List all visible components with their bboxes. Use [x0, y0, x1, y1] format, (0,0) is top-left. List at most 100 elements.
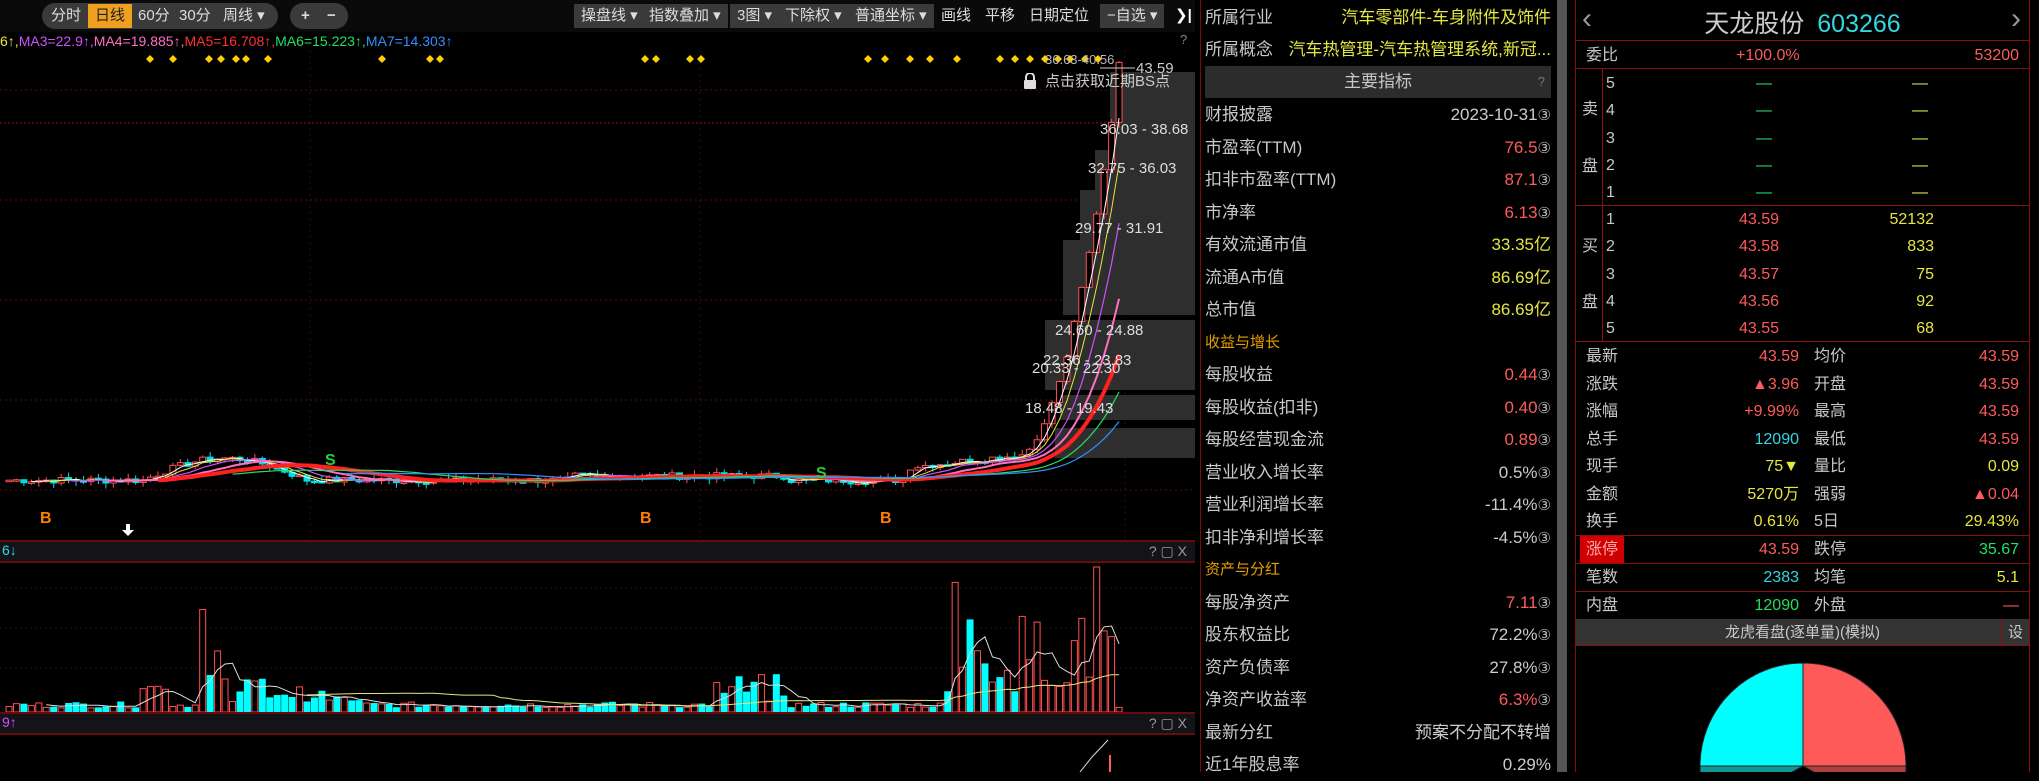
diamond-marker [686, 55, 694, 63]
volume-bar [735, 676, 743, 712]
limit-down-label: 跌停 [1814, 541, 1847, 558]
volume-bar [117, 701, 125, 712]
indicator-label: 每股收益 [1205, 365, 1273, 384]
volume-bar [765, 700, 773, 712]
stock-title: 天龙股份 603266 [1576, 4, 2029, 40]
order-flow-pie [1699, 662, 1907, 772]
industry-value[interactable]: 汽车零部件-车身附件及饰件 [1341, 2, 1551, 34]
sell-price: — [1756, 75, 1772, 92]
watchlist-dropdown[interactable]: −自选 ▾ [1100, 4, 1165, 28]
volume-bar [310, 697, 318, 712]
period-fenshi[interactable]: 分时 [44, 4, 88, 28]
stat-value: 43.59 [1978, 375, 2019, 393]
price-range-label: 18.48 - 19.43 [1025, 400, 1113, 417]
candle [27, 481, 35, 484]
volume-bar [333, 696, 341, 712]
indicator-label: 市净率 [1205, 202, 1256, 222]
volume-bar [229, 701, 236, 712]
candle [422, 482, 430, 485]
quarter-badge: ③ [1537, 172, 1551, 189]
indicator-value-group: -4.5%③ [1493, 522, 1551, 554]
indicator-value-group: 87.1③ [1504, 164, 1551, 196]
bs-points-button[interactable]: 点击获取近期BS点 [1023, 70, 1170, 91]
indicator-row: 净资产收益率 6.3%③ [1205, 684, 1551, 716]
indicator-value: 预案不分配不转增 [1415, 722, 1551, 742]
draw-line-button[interactable]: 画线 [934, 4, 978, 28]
indicator-value-group: 6.3%③ [1499, 684, 1551, 716]
buy-volume: 92 [1916, 292, 1934, 310]
quote-stat-row: 涨跌 ▲3.96 开盘 43.59 [1576, 371, 2029, 398]
indicator-value-group: 27.8%③ [1489, 652, 1551, 684]
volume-bar [340, 697, 348, 712]
moving-average-line [31, 118, 1120, 484]
help-icon[interactable]: ? [1180, 32, 1187, 47]
zoom-out-button[interactable]: − [320, 4, 343, 28]
indicator-row: 股东权益比 72.2%③ [1205, 619, 1551, 651]
quarter-badge: ③ [1537, 659, 1551, 677]
candlestick-chart[interactable]: 36.63-40.5643.5936.03 - 38.6832.75 - 36.… [0, 50, 1195, 540]
sell-level-row: 3 — — [1576, 125, 2029, 152]
stat-label: 量比 [1814, 458, 1847, 475]
date-locate-button[interactable]: 日期定位 [1022, 4, 1096, 28]
candle [65, 477, 73, 481]
volume-bar [154, 685, 162, 712]
volume-bar [1055, 686, 1063, 712]
pie-slice [1802, 662, 1907, 767]
macd-label: 9↑ [2, 714, 17, 730]
axis-type-dropdown[interactable]: 普通坐标 ▾ [848, 4, 934, 28]
candle [400, 481, 408, 485]
indicator-value-group: 0.29% [1503, 749, 1551, 781]
weicha-value: 53200 [1974, 47, 2020, 64]
index-overlay-dropdown[interactable]: 指数叠加 ▾ [642, 4, 728, 28]
sell-price: — [1756, 129, 1772, 147]
buy-price: 43.58 [1738, 238, 1779, 256]
volume-bar [757, 674, 765, 712]
price-range-label: 24.60 - 24.88 [1055, 322, 1143, 339]
indicator-label: 资产负债率 [1205, 657, 1290, 677]
ma-legend-item: MA4=19.885↑, [93, 33, 185, 49]
level-number: 5 [1606, 75, 1615, 92]
candle [20, 479, 28, 484]
indicator-value-group: 72.2%③ [1489, 619, 1551, 651]
collapse-panel-button[interactable]: ❯| [1168, 4, 1199, 28]
diamond-marker [641, 55, 649, 63]
indicator-value-group: 6.13③ [1504, 197, 1551, 229]
volume-panel-controls[interactable]: ? ▢ X [1149, 543, 1187, 560]
period-daily[interactable]: 日线 [88, 4, 133, 28]
diamond-marker [242, 55, 250, 63]
concept-value[interactable]: 汽车热管理-汽车热管理系统,新冠... [1288, 34, 1551, 66]
buy-level-row: 3 43.57 75 [1576, 261, 2029, 288]
indicator-value: 27.8% [1489, 657, 1538, 677]
buy-price: 43.56 [1738, 292, 1779, 310]
weibi-value: +100.0% [1736, 47, 1800, 64]
indicator-value: 76.5 [1504, 137, 1538, 157]
volume-bar [363, 702, 371, 712]
chart-count-dropdown[interactable]: 3图 ▾ [730, 4, 780, 28]
inner-label: 内盘 [1586, 597, 1619, 614]
volume-bar [668, 704, 676, 712]
indicator-value: 0.29% [1502, 755, 1551, 774]
indicator-line-dropdown[interactable]: 操盘线 ▾ [574, 4, 645, 28]
volume-bar [1026, 659, 1034, 712]
macd-panel-controls[interactable]: ? ▢ X [1149, 715, 1187, 732]
period-60min[interactable]: 60分 [131, 4, 177, 28]
zoom-in-button[interactable]: + [294, 4, 317, 28]
level-number: 5 [1606, 320, 1615, 338]
period-weekly-dropdown[interactable]: 周线 ▾ [216, 4, 272, 28]
stat-label: 开盘 [1814, 375, 1847, 393]
volume-bar [1100, 630, 1108, 712]
limit-row: 涨停 43.59 跌停 35.67 [1576, 536, 2029, 563]
chart-toolbar: 分时 日线 60分 30分 周线 ▾ + − 操盘线 ▾ 指数叠加 ▾ 3图 ▾… [0, 0, 1195, 32]
volume-bar [35, 702, 43, 712]
period-30min[interactable]: 30分 [172, 4, 218, 28]
adjust-rights-dropdown[interactable]: 下除权 ▾ [778, 4, 849, 28]
pie-slice [1699, 662, 1804, 767]
indicator-row: 资产负债率 27.8%③ [1205, 652, 1551, 684]
pan-button[interactable]: 平移 [978, 4, 1022, 28]
scrollbar[interactable] [1557, 0, 1567, 772]
volume-bar [1011, 691, 1019, 712]
help-icon[interactable]: ? [1538, 66, 1545, 98]
indicator-value-group: 0.89③ [1504, 424, 1551, 456]
dragon-settings-button[interactable]: 设 [2001, 619, 2029, 646]
ma-legend-item: MA3=22.9↑, [18, 33, 94, 49]
